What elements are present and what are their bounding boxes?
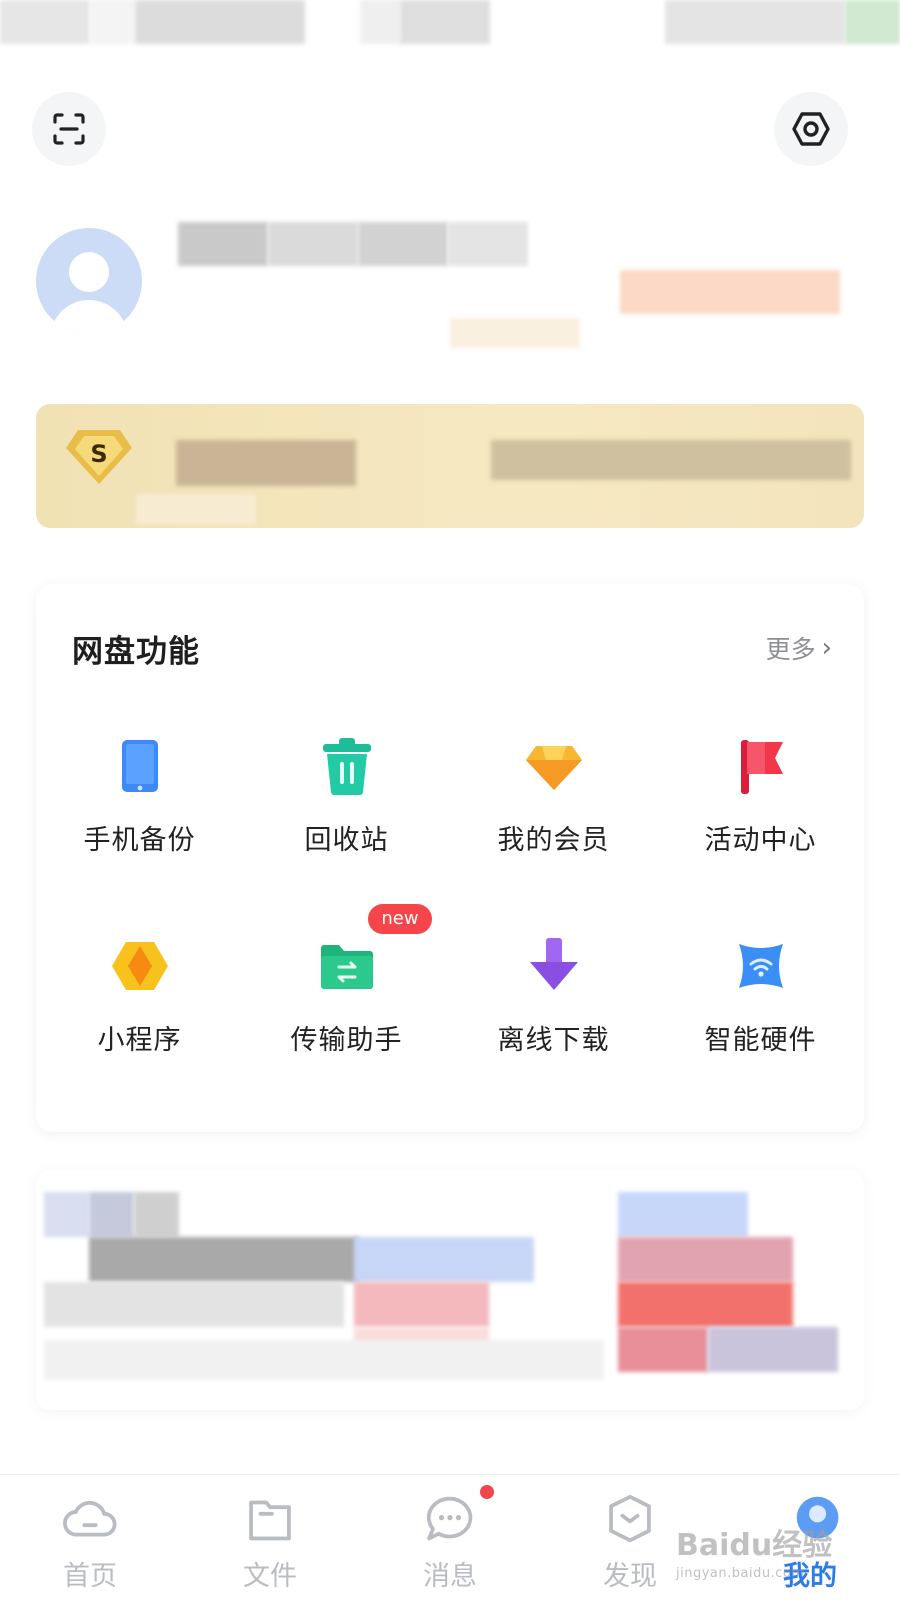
tile-label: 我的会员 [497, 825, 610, 856]
tile-activity-center[interactable]: 活动中心 [657, 734, 864, 894]
flag-icon [740, 740, 783, 794]
phone-backup-icon [121, 740, 158, 792]
tile-recycle-bin[interactable]: 回收站 [243, 734, 450, 894]
tile-transfer-assistant[interactable]: 传输助手 [243, 934, 450, 1094]
avatar[interactable] [36, 228, 142, 334]
smart-hardware-icon [738, 944, 783, 988]
folder-icon [249, 1500, 291, 1541]
nav-label: 文件 [243, 1561, 297, 1592]
recycle-bin-icon [322, 738, 371, 795]
download-arrow-icon [529, 938, 578, 990]
nav-label: 首页 [63, 1561, 117, 1592]
unread-dot [480, 1485, 494, 1499]
redacted-promo-card [36, 1170, 864, 1410]
vip-banner[interactable]: S [36, 404, 864, 528]
more-label: 更多 [765, 635, 816, 664]
baidu-jingyan-watermark: Baidu经验 jingyan.baidu.com [676, 1520, 886, 1590]
settings-icon [792, 112, 830, 146]
scan-icon [53, 113, 85, 145]
message-icon [426, 1496, 473, 1541]
mini-program-icon [111, 942, 168, 990]
tile-label: 活动中心 [704, 825, 817, 856]
tile-label: 传输助手 [290, 1025, 403, 1056]
tile-mini-program[interactable]: 小程序 [36, 934, 243, 1094]
vip-diamond-icon [525, 746, 582, 790]
nav-label: 消息 [423, 1561, 477, 1592]
drive-functions-card: 网盘功能 更多 › 手机备份 回收站 我的会员 活动中心 小程序 传输助手 离线… [36, 584, 864, 1132]
transfer-folder-icon [320, 945, 373, 989]
scan-button[interactable] [32, 92, 106, 166]
discover-icon [609, 1494, 651, 1543]
svg-text:S: S [90, 440, 107, 468]
more-button[interactable]: 更多 › [766, 630, 832, 666]
nav-home[interactable]: 首页 [0, 1493, 180, 1593]
tile-phone-backup[interactable]: 手机备份 [36, 734, 243, 894]
chevron-right-icon: › [821, 633, 832, 663]
cloud-icon [63, 1501, 117, 1537]
tile-label: 智能硬件 [704, 1025, 817, 1056]
profile-page: S 网盘功能 更多 › 手机备份 回收站 我的会员 活动中心 小程序 传输助手 … [0, 0, 900, 1600]
tile-smart-hardware[interactable]: 智能硬件 [657, 934, 864, 1094]
watermark-text: Baidu经验 [676, 1528, 833, 1563]
nav-files[interactable]: 文件 [180, 1493, 360, 1593]
tile-my-vip[interactable]: 我的会员 [450, 734, 657, 894]
new-badge: new [368, 904, 432, 934]
tile-label: 离线下载 [497, 1025, 610, 1056]
tile-offline-download[interactable]: 离线下载 [450, 934, 657, 1094]
tile-label: 小程序 [97, 1025, 182, 1056]
nav-label: 发现 [603, 1561, 657, 1592]
tile-label: 手机备份 [83, 825, 196, 856]
tile-label: 回收站 [304, 825, 389, 856]
status-bar [0, 0, 900, 46]
settings-button[interactable] [774, 92, 848, 166]
super-vip-badge-icon: S [66, 430, 132, 484]
watermark-url: jingyan.baidu.com [676, 1566, 805, 1581]
nav-messages[interactable]: 消息 [360, 1493, 540, 1593]
card-title: 网盘功能 [72, 634, 200, 670]
